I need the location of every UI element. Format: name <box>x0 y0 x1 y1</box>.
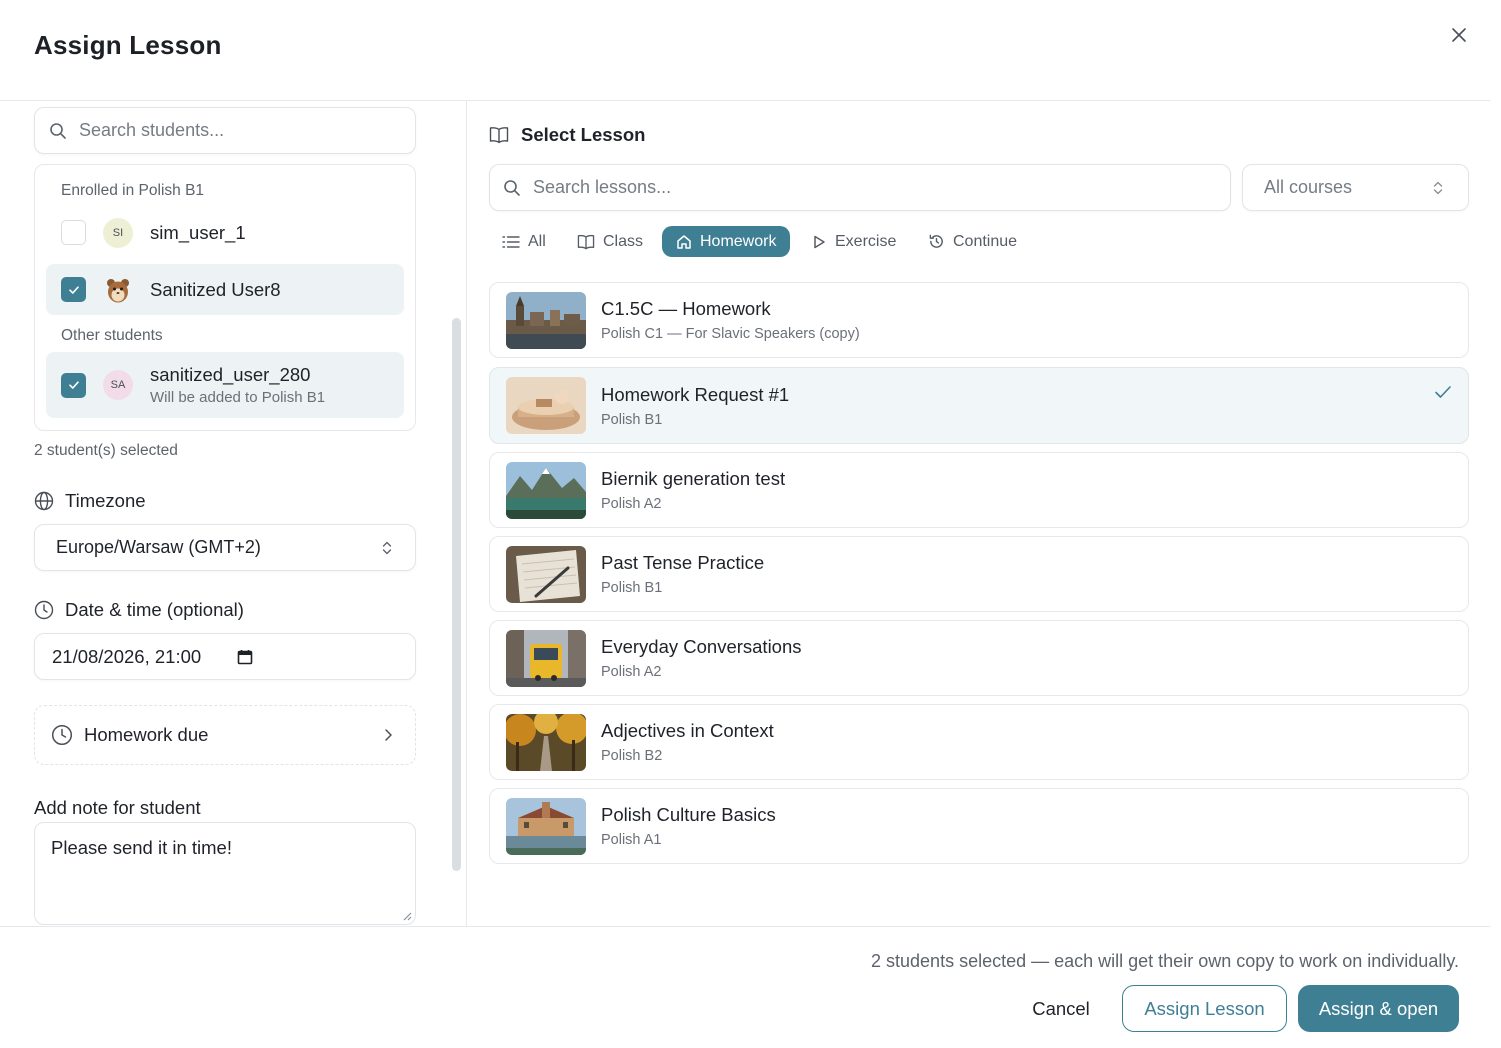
datetime-label: Date & time (optional) <box>34 599 244 621</box>
lesson-search[interactable] <box>489 164 1231 211</box>
check-icon <box>68 381 79 389</box>
search-icon <box>50 122 66 139</box>
homework-due-button[interactable]: Homework due <box>34 705 416 765</box>
lesson-title: Biernik generation test <box>601 468 786 489</box>
student-search-input[interactable] <box>79 120 379 141</box>
student-row[interactable]: SA sanitized_user_280 Will be added to P… <box>46 352 404 418</box>
resize-handle-icon[interactable] <box>402 911 412 921</box>
history-icon <box>929 234 943 248</box>
lesson-title: Past Tense Practice <box>601 552 765 573</box>
chevron-updown-icon <box>382 541 392 554</box>
calendar-icon[interactable] <box>237 649 253 665</box>
timezone-select[interactable]: Europe/Warsaw (GMT+2) <box>34 524 416 571</box>
student-row[interactable]: Sanitized User8 <box>46 264 404 315</box>
tab-continue[interactable]: Continue <box>914 226 1031 257</box>
lesson-card[interactable]: Homework Request #1 Polish B1 <box>489 367 1469 444</box>
open-book-icon <box>489 127 509 144</box>
timezone-label: Timezone <box>34 490 146 512</box>
check-icon <box>1435 386 1451 398</box>
dialog-title: Assign Lesson <box>34 30 222 60</box>
lesson-thumbnail <box>506 713 586 771</box>
lesson-card[interactable]: Adjectives in Context Polish B2 <box>489 704 1469 780</box>
student-name: Sanitized User8 <box>150 278 281 300</box>
tab-all[interactable]: All <box>488 226 560 257</box>
student-checkbox[interactable] <box>61 220 86 245</box>
lesson-course: Polish B2 <box>601 748 663 764</box>
chevron-updown-icon <box>1433 181 1443 194</box>
footer-summary: 2 students selected — each will get thei… <box>871 951 1459 971</box>
lesson-search-input[interactable] <box>533 177 1183 198</box>
avatar <box>103 275 133 305</box>
search-icon <box>504 179 520 196</box>
lesson-thumbnail <box>506 545 586 603</box>
datetime-value: 21/08/2026, 21:00 <box>52 645 202 667</box>
note-label: Add note for student <box>34 797 201 818</box>
lesson-card[interactable]: C1.5C — Homework Polish C1 — For Slavic … <box>489 282 1469 358</box>
tab-class[interactable]: Class <box>563 226 657 257</box>
datetime-input[interactable]: 21/08/2026, 21:00 <box>34 633 416 680</box>
chevron-right-icon <box>385 729 392 741</box>
header-divider <box>0 100 1490 101</box>
cancel-button[interactable]: Cancel <box>1016 987 1106 1031</box>
column-divider <box>466 101 467 927</box>
lesson-title: Polish Culture Basics <box>601 804 776 825</box>
enrolled-group-label: Enrolled in Polish B1 <box>61 182 205 199</box>
lesson-course: Polish C1 — For Slavic Speakers (copy) <box>601 326 860 342</box>
footer-divider <box>0 926 1490 927</box>
avatar: SI <box>103 217 133 248</box>
student-row[interactable]: SI sim_user_1 <box>46 207 404 258</box>
tab-exercise[interactable]: Exercise <box>797 226 910 257</box>
student-name: sanitized_user_280 <box>150 364 311 385</box>
student-checkbox[interactable] <box>61 277 86 302</box>
clock-icon <box>34 600 54 620</box>
assign-lesson-button[interactable]: Assign Lesson <box>1122 985 1287 1032</box>
lesson-thumbnail <box>506 629 586 687</box>
student-search[interactable] <box>34 107 416 154</box>
note-text: Please send it in time! <box>51 837 232 858</box>
close-button[interactable] <box>1446 22 1472 48</box>
selected-count: 2 student(s) selected <box>34 442 178 459</box>
tab-homework[interactable]: Homework <box>662 226 791 257</box>
lesson-course: Polish A2 <box>601 496 662 512</box>
other-group-label: Other students <box>61 327 163 344</box>
close-icon <box>1452 28 1466 42</box>
lesson-thumbnail <box>506 377 586 434</box>
home-icon <box>677 234 691 249</box>
lesson-course: Polish A1 <box>601 832 662 848</box>
lesson-course: Polish B1 <box>601 411 663 428</box>
lesson-course: Polish B1 <box>601 580 663 596</box>
timezone-value: Europe/Warsaw (GMT+2) <box>56 537 261 557</box>
lesson-title: Everyday Conversations <box>601 636 802 657</box>
list-icon <box>502 235 520 248</box>
lesson-title: Homework Request #1 <box>601 383 790 405</box>
play-icon <box>814 235 825 248</box>
student-checkbox[interactable] <box>61 372 86 398</box>
homework-due-label: Homework due <box>84 724 209 745</box>
lesson-title: C1.5C — Homework <box>601 298 771 319</box>
clock-icon <box>51 724 73 746</box>
lesson-thumbnail <box>506 291 586 349</box>
lesson-card[interactable]: Everyday Conversations Polish A2 <box>489 620 1469 696</box>
check-icon <box>68 285 79 294</box>
lesson-course: Polish A2 <box>601 664 662 680</box>
book-icon <box>577 234 595 249</box>
note-textarea[interactable]: Please send it in time! <box>34 822 416 925</box>
assign-and-open-button[interactable]: Assign & open <box>1298 985 1459 1032</box>
lesson-card[interactable]: Polish Culture Basics Polish A1 <box>489 788 1469 864</box>
lesson-thumbnail <box>506 461 586 519</box>
student-note: Will be added to Polish B1 <box>150 389 326 406</box>
lesson-thumbnail <box>506 797 586 855</box>
hamster-avatar-icon <box>107 278 129 302</box>
lesson-title: Adjectives in Context <box>601 720 774 741</box>
lesson-card[interactable]: Biernik generation test Polish A2 <box>489 452 1469 528</box>
course-filter-select[interactable]: All courses <box>1242 164 1469 211</box>
avatar: SA <box>103 370 133 400</box>
left-scrollbar[interactable] <box>452 318 461 871</box>
student-name: sim_user_1 <box>150 221 246 243</box>
lesson-card[interactable]: Past Tense Practice Polish B1 <box>489 536 1469 612</box>
course-filter-value: All courses <box>1264 177 1353 197</box>
select-lesson-header: Select Lesson <box>489 124 645 146</box>
globe-icon <box>34 491 54 511</box>
